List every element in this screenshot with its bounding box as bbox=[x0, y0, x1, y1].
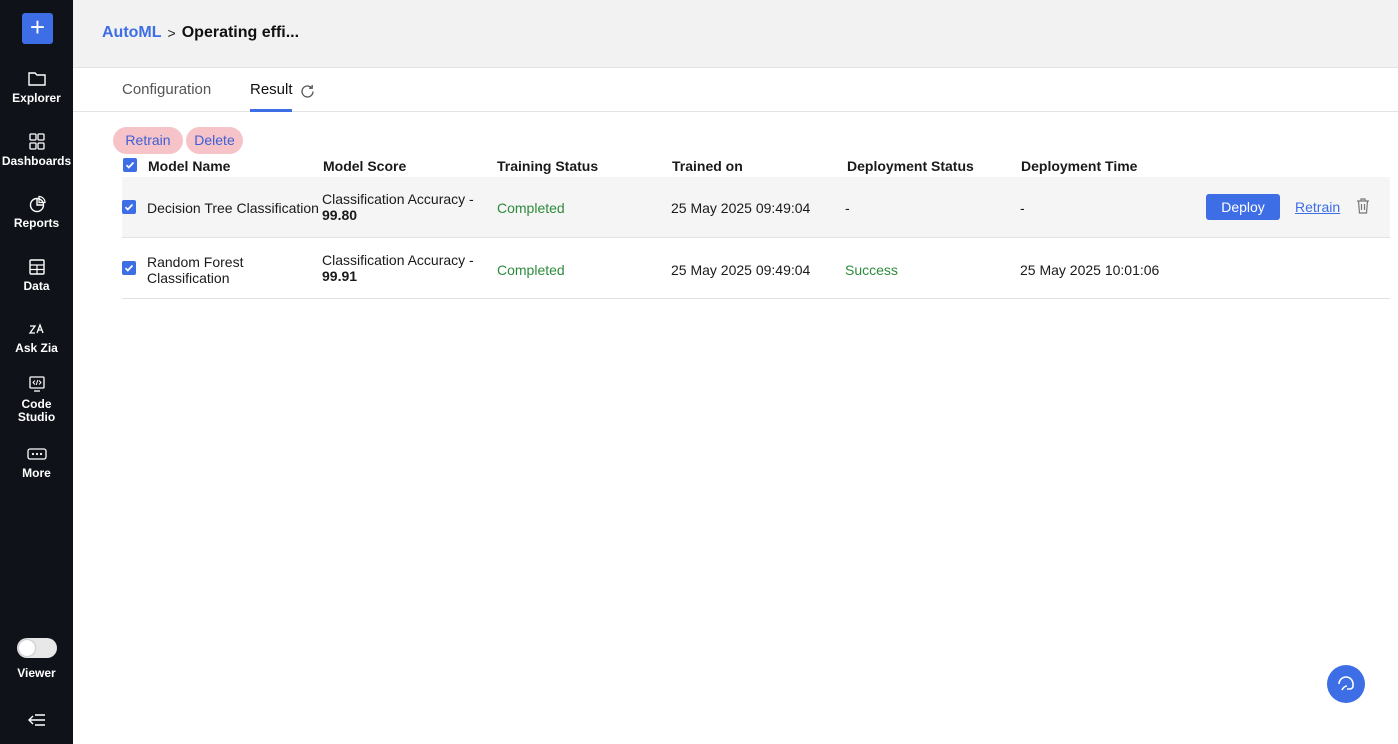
table-row[interactable]: Decision Tree Classification Classificat… bbox=[122, 177, 1390, 238]
grid-icon bbox=[28, 133, 45, 150]
sidebar-item-label: Dashboards bbox=[1, 154, 72, 168]
model-score: Classification Accuracy - 99.91 bbox=[322, 252, 482, 284]
sidebar-item-label: Explorer bbox=[12, 91, 61, 105]
check-icon bbox=[125, 161, 135, 169]
sidebar-item-label: Reports bbox=[13, 216, 60, 230]
deployment-time: - bbox=[1020, 200, 1025, 216]
sidebar-item-label: Data bbox=[23, 279, 50, 293]
page-header: AutoML > Operating effi... bbox=[73, 0, 1398, 68]
model-score: Classification Accuracy - 99.80 bbox=[322, 191, 482, 223]
refresh-icon[interactable] bbox=[299, 83, 316, 100]
sidebar-item-code-studio[interactable]: Code Studio bbox=[0, 376, 73, 424]
sidebar-item-ask-zia[interactable]: Ask Zia bbox=[0, 320, 73, 355]
training-status: Completed bbox=[497, 262, 565, 278]
code-monitor-icon bbox=[28, 376, 45, 392]
tab-result[interactable]: Result bbox=[250, 81, 293, 98]
table-icon bbox=[28, 259, 45, 275]
create-new-button[interactable]: + bbox=[22, 13, 53, 44]
deployment-time: 25 May 2025 10:01:06 bbox=[1020, 262, 1160, 278]
score-label: Classification Accuracy - bbox=[322, 252, 474, 268]
tab-bar: Configuration Result bbox=[73, 68, 1398, 112]
breadcrumb-automl-link[interactable]: AutoML bbox=[102, 24, 162, 42]
deploy-button[interactable]: Deploy bbox=[1206, 194, 1280, 220]
left-sidebar: + Explorer Dashboards Reports Data Ask Z… bbox=[0, 0, 73, 744]
collapse-sidebar-icon[interactable] bbox=[27, 711, 47, 729]
check-icon bbox=[124, 264, 134, 272]
sidebar-item-reports[interactable]: Reports bbox=[0, 195, 73, 230]
column-header-trained-on: Trained on bbox=[672, 158, 743, 174]
zia-icon bbox=[28, 323, 44, 334]
column-header-deployment-status: Deployment Status bbox=[847, 158, 974, 174]
trained-on: 25 May 2025 09:49:04 bbox=[671, 200, 811, 216]
folder-icon bbox=[27, 72, 46, 86]
chat-icon bbox=[1338, 676, 1354, 691]
pie-chart-icon bbox=[29, 195, 46, 213]
select-all-checkbox[interactable] bbox=[123, 158, 137, 172]
trained-on: 25 May 2025 09:49:04 bbox=[671, 262, 811, 278]
row-checkbox[interactable] bbox=[122, 200, 136, 214]
deployment-status: Success bbox=[845, 262, 898, 278]
column-header-training-status: Training Status bbox=[497, 158, 599, 174]
bulk-retrain-button[interactable]: Retrain bbox=[113, 127, 183, 154]
active-tab-indicator bbox=[250, 109, 292, 112]
training-status: Completed bbox=[497, 200, 565, 216]
column-header-model-name: Model Name bbox=[148, 158, 231, 174]
sidebar-item-explorer[interactable]: Explorer bbox=[0, 70, 73, 105]
column-header-deployment-time: Deployment Time bbox=[1021, 158, 1138, 174]
table-row[interactable]: Random Forest Classification Classificat… bbox=[122, 238, 1390, 299]
sidebar-item-more[interactable]: More bbox=[0, 445, 73, 480]
breadcrumb-separator: > bbox=[167, 25, 176, 41]
breadcrumb: AutoML > Operating effi... bbox=[102, 24, 299, 42]
trash-icon[interactable] bbox=[1355, 197, 1371, 215]
retrain-link[interactable]: Retrain bbox=[1295, 199, 1340, 215]
check-icon bbox=[124, 203, 134, 211]
viewer-label: Viewer bbox=[17, 666, 56, 680]
score-label: Classification Accuracy - bbox=[322, 191, 474, 207]
model-name: Random Forest Classification bbox=[147, 254, 244, 286]
sidebar-item-label: Code Studio bbox=[17, 397, 56, 424]
deployment-status: - bbox=[845, 200, 850, 216]
row-checkbox[interactable] bbox=[122, 261, 136, 275]
sidebar-item-label: Ask Zia bbox=[15, 341, 58, 355]
more-dots-icon bbox=[26, 448, 47, 460]
viewer-toggle[interactable] bbox=[17, 638, 57, 658]
breadcrumb-current: Operating effi... bbox=[181, 24, 300, 41]
toggle-knob bbox=[19, 640, 35, 656]
sidebar-item-dashboards[interactable]: Dashboards bbox=[0, 133, 73, 168]
score-value: 99.80 bbox=[322, 207, 358, 223]
sidebar-item-label: More bbox=[22, 466, 51, 480]
bulk-delete-button[interactable]: Delete bbox=[186, 127, 243, 154]
model-name: Decision Tree Classification bbox=[147, 200, 319, 216]
tab-configuration[interactable]: Configuration bbox=[122, 81, 211, 98]
score-value: 99.91 bbox=[322, 268, 358, 284]
sidebar-item-data[interactable]: Data bbox=[0, 258, 73, 293]
column-header-model-score: Model Score bbox=[323, 158, 407, 174]
support-chat-button[interactable] bbox=[1327, 665, 1365, 703]
